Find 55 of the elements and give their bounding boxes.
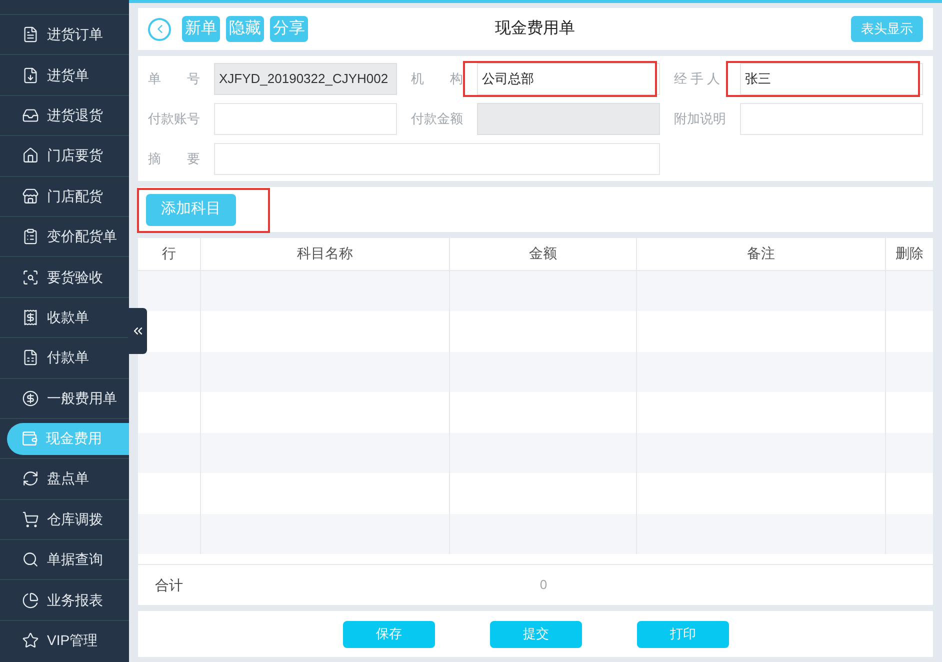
document-icon (22, 349, 39, 366)
page-title: 现金费用单 (495, 18, 575, 39)
input-field[interactable] (214, 103, 397, 135)
star-icon (22, 632, 39, 650)
field-label: 附加说明 (674, 110, 727, 128)
column-header: 金额 (450, 238, 637, 270)
sidebar-item[interactable]: 进货订单 (0, 18, 103, 51)
field-label: 单 号 (148, 70, 201, 88)
input-field[interactable]: XJFYD_20190322_CJYH002 (214, 63, 397, 95)
file-icon (22, 66, 39, 84)
inbox-icon (22, 106, 39, 124)
column-header: 行 (138, 238, 201, 270)
sidebar-item[interactable]: 变价配货单 (0, 220, 117, 253)
sidebar-item[interactable]: 门店要货 (0, 140, 103, 172)
column-header: 科目名称 (201, 238, 450, 270)
sidebar-item[interactable]: VIP管理 (0, 624, 98, 657)
sidebar-item[interactable]: 付款单 (0, 342, 89, 374)
sidebar-item[interactable]: 盘点单 (0, 462, 89, 495)
input-field[interactable] (740, 103, 923, 135)
input-field[interactable] (477, 103, 660, 135)
sidebar-item[interactable]: 仓库调拨 (0, 503, 103, 536)
cart-icon (22, 510, 39, 528)
refresh-icon (22, 470, 39, 488)
sidebar-item[interactable]: 进货退货 (0, 99, 103, 132)
field-label: 经 手 人 (674, 70, 722, 88)
field-label: 摘 要 (148, 150, 201, 168)
field-label: 付款账号 (148, 110, 201, 128)
input-field[interactable]: 张三 (740, 63, 923, 95)
clipboard-icon (22, 228, 39, 246)
collapse-handle[interactable] (128, 308, 147, 354)
sidebar-item[interactable]: 门店配货 (0, 180, 103, 212)
shop-icon (22, 188, 39, 205)
field-label: 机 构 (411, 70, 464, 88)
house-icon (22, 147, 39, 164)
magnifier-icon (22, 268, 39, 286)
receipt-icon (22, 308, 39, 326)
total-amount: 0 (538, 576, 548, 594)
sidebar-item[interactable]: 一般费用单 (0, 382, 117, 414)
wallet-icon (21, 430, 38, 448)
input-field[interactable]: 公司总部 (477, 63, 660, 95)
search-icon (22, 551, 39, 568)
file-icon (22, 26, 39, 44)
pie-chart-icon (22, 592, 39, 609)
coin-icon (22, 390, 39, 407)
sidebar-item[interactable]: 要货验收 (0, 261, 103, 294)
sidebar-item[interactable]: 收款单 (0, 301, 89, 334)
back-button[interactable] (148, 18, 171, 40)
column-header: 备注 (637, 238, 886, 270)
total-label: 合计 (154, 576, 184, 595)
sidebar-item[interactable]: 业务报表 (0, 584, 103, 616)
column-header: 删除 (894, 244, 924, 264)
field-label: 付款金额 (411, 110, 464, 128)
sidebar-item[interactable]: 进货单 (0, 59, 89, 92)
input-field[interactable] (214, 143, 660, 175)
sidebar-item[interactable]: 单据查询 (0, 544, 103, 576)
